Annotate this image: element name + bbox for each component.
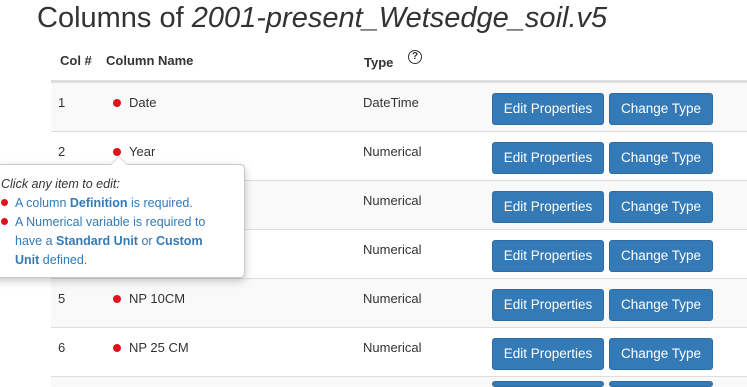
- change-type-button[interactable]: Change Type: [609, 142, 713, 174]
- status-dot-icon: [113, 344, 121, 352]
- header-type: Type: [364, 55, 394, 70]
- col-number: 5: [58, 291, 66, 306]
- popover-item-definition[interactable]: A column Definition is required.: [1, 194, 193, 213]
- popover-item-text: A Numerical variable is required to have …: [15, 215, 206, 267]
- validation-popover: Click any item to edit: A column Definit…: [0, 156, 245, 278]
- edit-properties-button[interactable]: Edit Properties: [492, 93, 604, 125]
- status-dot-icon: [113, 295, 121, 303]
- popover-item-unit[interactable]: A Numerical variable is required to have …: [1, 213, 205, 270]
- header-col-number: Col #: [60, 53, 92, 68]
- column-type: Numerical: [363, 193, 422, 208]
- popover-arrow-fill: [111, 157, 127, 165]
- page-title-filename: 2001-present_Wetsedge_soil.v5: [191, 2, 608, 34]
- status-dot-icon: [113, 99, 121, 107]
- table-row: 1 Date DateTime Edit Properties Change T…: [51, 82, 747, 131]
- col-number: 6: [58, 340, 66, 355]
- table-row: 5 NP 10CM Numerical Edit Properties Chan…: [51, 278, 747, 327]
- col-number: 2: [58, 144, 66, 159]
- question-circle-icon[interactable]: ?: [408, 50, 422, 64]
- header-column-name: Column Name: [106, 53, 194, 68]
- column-name: Date: [129, 95, 157, 110]
- column-type: Numerical: [363, 291, 422, 306]
- column-type: Numerical: [363, 242, 422, 257]
- edit-properties-button[interactable]: Edit Properties: [492, 142, 604, 174]
- change-type-button[interactable]: Change Type: [609, 93, 713, 125]
- edit-properties-button[interactable]: Edit Properties: [492, 240, 604, 272]
- page-title-prefix: Columns of: [37, 2, 192, 34]
- status-dot-icon: [113, 148, 121, 156]
- column-name: NP 10CM: [129, 291, 186, 306]
- column-name: Year: [129, 144, 156, 159]
- change-type-button[interactable]: Change Type: [609, 191, 713, 223]
- page-title: Columns of 2001-present_Wetsedge_soil.v5: [37, 0, 607, 36]
- change-type-button[interactable]: Change Type: [609, 240, 713, 272]
- error-dot-icon: [1, 218, 8, 225]
- column-type: Numerical: [363, 340, 422, 355]
- table-row: 6 NP 25 CM Numerical Edit Properties Cha…: [51, 327, 747, 376]
- col-number: 1: [58, 95, 66, 110]
- table-header: Col # Column Name Type ?: [51, 39, 747, 82]
- popover-intro: Click any item to edit:: [1, 177, 120, 191]
- error-dot-icon: [1, 199, 8, 206]
- popover-item-text: A column Definition is required.: [15, 196, 193, 210]
- column-type: DateTime: [363, 95, 419, 110]
- change-type-button[interactable]: Change Type: [609, 338, 713, 370]
- edit-properties-button[interactable]: Edit Properties: [492, 191, 604, 223]
- edit-properties-button[interactable]: Edit Properties: [492, 338, 604, 370]
- change-type-button[interactable]: Change Type: [609, 289, 713, 321]
- column-type: Numerical: [363, 144, 422, 159]
- edit-properties-button[interactable]: Edit Properties: [492, 289, 604, 321]
- column-name: NP 25 CM: [129, 340, 189, 355]
